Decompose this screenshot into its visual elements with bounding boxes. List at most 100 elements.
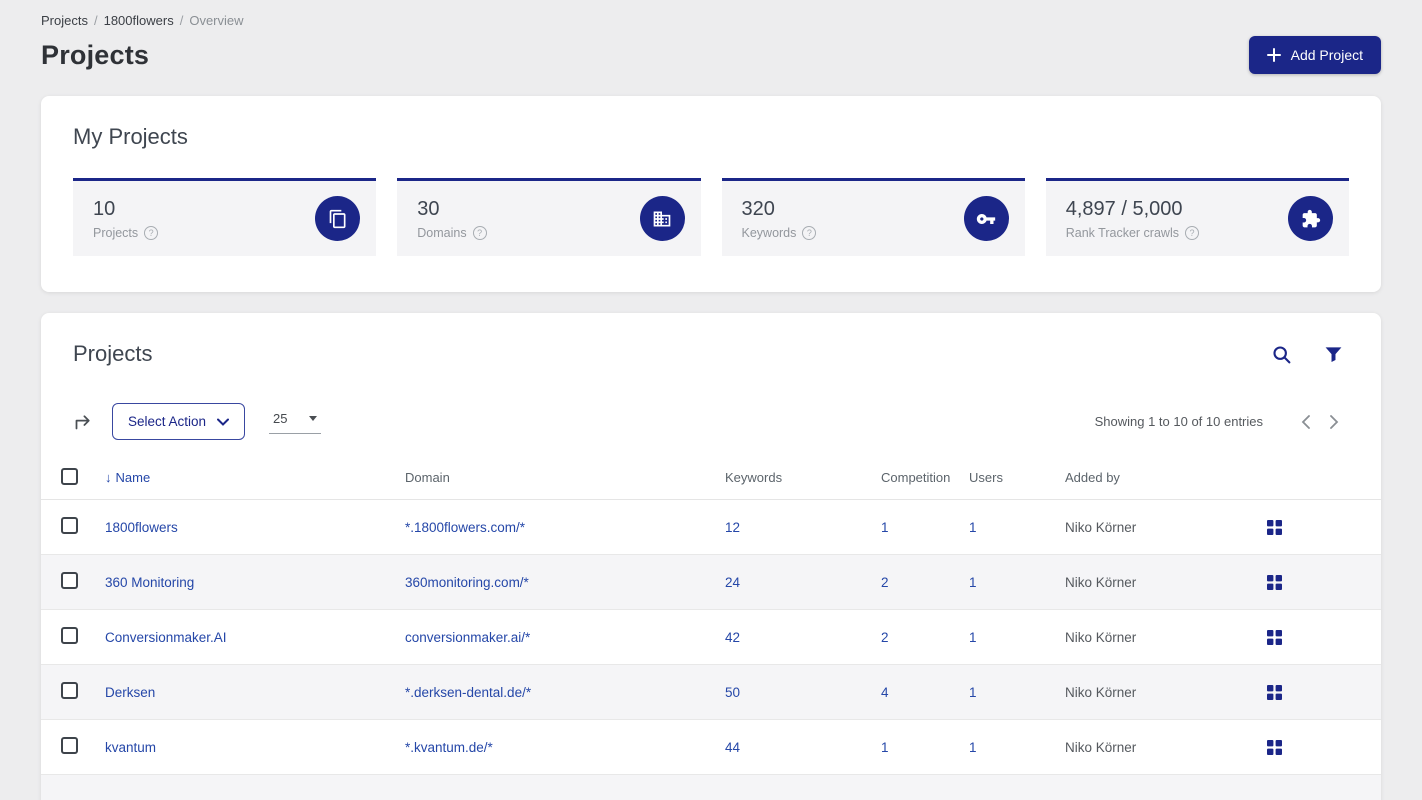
added-by: Niko Körner <box>1065 574 1137 590</box>
select-all-checkbox[interactable] <box>61 467 78 485</box>
competition-count: 2 <box>881 629 889 645</box>
projects-table-header: Projects <box>41 341 1381 367</box>
page-size-value: 25 <box>273 411 288 426</box>
stat-value: 4,897 / 5,000 <box>1065 197 1183 220</box>
users-count: 1 <box>969 574 977 590</box>
my-projects-title: My Projects <box>73 124 188 149</box>
table-row: Derksen *.derksen-dental.de/* 50 4 1 Nik… <box>41 665 1381 720</box>
breadcrumb-1800flowers[interactable]: 1800flowers <box>104 13 174 28</box>
stats-row: 10 Projects 30 Domains 320 <box>73 178 1349 256</box>
keywords-count: 42 <box>725 629 741 645</box>
competition-count: 4 <box>881 684 889 700</box>
add-project-button[interactable]: Add Project <box>1248 36 1381 74</box>
apps-grid-icon[interactable] <box>1264 572 1285 593</box>
project-name-link[interactable]: Conversionmaker.AI <box>105 630 405 645</box>
page-title: Projects <box>41 39 150 70</box>
competition-count: 1 <box>881 519 889 535</box>
column-header-added-by[interactable]: Added by <box>1065 470 1264 485</box>
breadcrumb-separator: / <box>179 13 184 28</box>
stat-keywords: 320 Keywords <box>721 178 1025 256</box>
column-header-competition[interactable]: Competition <box>881 470 969 485</box>
projects-table-title: Projects <box>73 341 153 366</box>
table-header-row: Name Domain Keywords Competition Users A… <box>41 456 1381 500</box>
export-icon[interactable] <box>73 411 94 432</box>
project-name-link[interactable]: 360 Monitoring <box>105 575 405 590</box>
row-checkbox[interactable] <box>61 572 78 589</box>
stat-value: 10 <box>93 197 116 220</box>
stat-label: Keywords <box>741 225 797 240</box>
column-header-users[interactable]: Users <box>969 470 1065 485</box>
table-toolbar: Select Action 25 Showing 1 to 10 of 10 e… <box>41 403 1381 440</box>
stat-projects: 10 Projects <box>73 178 377 256</box>
search-icon[interactable] <box>1271 344 1292 365</box>
prev-page-icon[interactable] <box>1291 411 1320 433</box>
project-name-link[interactable]: kvantum <box>105 740 405 755</box>
help-icon[interactable] <box>144 225 159 240</box>
keywords-count: 24 <box>725 574 741 590</box>
keywords-count: 12 <box>725 519 741 535</box>
apps-grid-icon[interactable] <box>1264 627 1285 648</box>
users-count: 1 <box>969 739 977 755</box>
stat-label: Domains <box>417 225 467 240</box>
projects-stack-icon <box>315 196 361 241</box>
added-by: Niko Körner <box>1065 684 1137 700</box>
stat-value: 30 <box>417 197 440 220</box>
stat-domains: 30 Domains <box>397 178 701 256</box>
added-by: Niko Körner <box>1065 629 1137 645</box>
select-action-label: Select Action <box>128 414 207 429</box>
column-header-name[interactable]: Name <box>105 470 405 485</box>
my-projects-card: My Projects 10 Projects 30 Domains <box>41 96 1381 292</box>
row-checkbox[interactable] <box>61 682 78 699</box>
help-icon[interactable] <box>472 225 487 240</box>
apps-grid-icon[interactable] <box>1264 517 1285 538</box>
stat-rank-tracker-crawls: 4,897 / 5,000 Rank Tracker crawls <box>1045 178 1349 256</box>
project-name-link[interactable]: 1800flowers <box>105 520 405 535</box>
stat-domains-info: 30 Domains <box>417 197 487 240</box>
table-row: 360 Monitoring 360monitoring.com/* 24 2 … <box>41 555 1381 610</box>
projects-table-card: Projects Select Action 25 Showing 1 to 1… <box>41 313 1381 800</box>
project-domain-link[interactable]: *.1800flowers.com/* <box>405 520 725 535</box>
plus-icon <box>1266 48 1281 62</box>
puzzle-icon <box>1288 196 1333 241</box>
next-page-icon[interactable] <box>1320 411 1349 433</box>
competition-count: 1 <box>881 739 889 755</box>
project-domain-link[interactable]: *.kvantum.de/* <box>405 740 725 755</box>
column-header-domain[interactable]: Domain <box>405 470 725 485</box>
table-row: 1800flowers *.1800flowers.com/* 12 1 1 N… <box>41 500 1381 555</box>
row-checkbox[interactable] <box>61 517 78 534</box>
users-count: 1 <box>969 629 977 645</box>
row-checkbox[interactable] <box>61 627 78 644</box>
breadcrumb-separator: / <box>93 13 98 28</box>
row-checkbox[interactable] <box>61 737 78 754</box>
project-domain-link[interactable]: conversionmaker.ai/* <box>405 630 725 645</box>
breadcrumb-projects[interactable]: Projects <box>41 13 88 28</box>
apps-grid-icon[interactable] <box>1264 737 1285 758</box>
table-row-partial <box>41 775 1381 800</box>
page: Projects / 1800flowers / Overview Projec… <box>0 0 1422 800</box>
users-count: 1 <box>969 519 977 535</box>
project-domain-link[interactable]: 360monitoring.com/* <box>405 575 725 590</box>
key-icon <box>963 196 1009 241</box>
added-by: Niko Körner <box>1065 519 1137 535</box>
project-name-link[interactable]: Derksen <box>105 685 405 700</box>
filter-icon[interactable] <box>1324 345 1343 364</box>
apps-grid-icon[interactable] <box>1264 682 1285 703</box>
stat-crawls-info: 4,897 / 5,000 Rank Tracker crawls <box>1066 198 1199 240</box>
showing-entries-text: Showing 1 to 10 of 10 entries <box>1094 414 1263 429</box>
table-row: Conversionmaker.AI conversionmaker.ai/* … <box>41 610 1381 665</box>
stat-label: Rank Tracker crawls <box>1065 225 1179 240</box>
project-domain-link[interactable]: *.derksen-dental.de/* <box>405 685 725 700</box>
breadcrumb-overview: Overview <box>189 13 244 28</box>
help-icon[interactable] <box>1184 225 1199 240</box>
page-size-select[interactable]: 25 <box>269 409 322 434</box>
select-action-button[interactable]: Select Action <box>112 403 246 440</box>
stat-value: 320 <box>741 197 775 220</box>
added-by: Niko Körner <box>1065 739 1137 755</box>
stat-label: Projects <box>93 225 139 240</box>
building-icon <box>639 196 685 241</box>
chevron-down-icon <box>217 418 230 426</box>
column-header-keywords[interactable]: Keywords <box>725 470 881 485</box>
sort-desc-icon <box>105 470 112 485</box>
help-icon[interactable] <box>802 225 817 240</box>
breadcrumb: Projects / 1800flowers / Overview <box>41 13 1381 28</box>
